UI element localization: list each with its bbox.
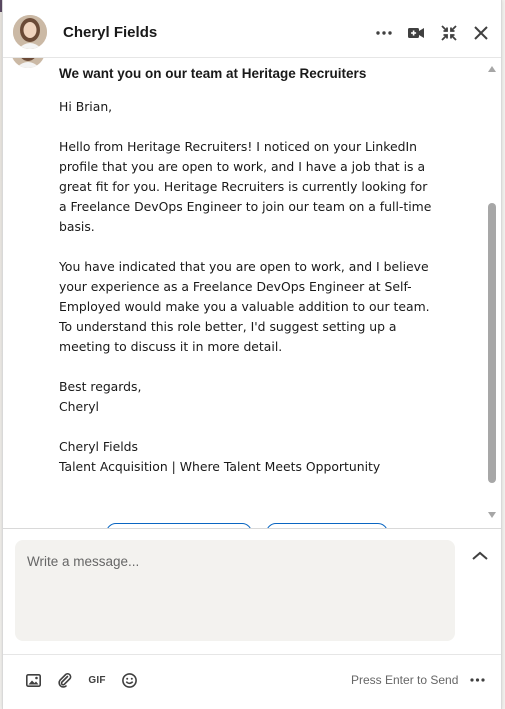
- more-options-button[interactable]: [371, 20, 397, 46]
- signature-name: Cheryl Fields: [59, 439, 138, 454]
- scrollbar-thumb[interactable]: [488, 203, 496, 483]
- text-line: meeting to discuss it in more detail.: [59, 339, 283, 354]
- avatar[interactable]: [13, 15, 47, 49]
- closing: Best regards, Cheryl: [59, 377, 439, 417]
- text-line: great fit for you. Heritage Recruiters i…: [59, 179, 428, 194]
- attach-file-button[interactable]: [55, 670, 75, 690]
- text-line: To understand this role better, I'd sugg…: [59, 319, 397, 334]
- closing-name: Cheryl: [59, 399, 99, 414]
- chevron-up-icon: [472, 551, 488, 560]
- message-composer: [3, 528, 501, 654]
- attach-image-button[interactable]: [23, 670, 43, 690]
- closing-line: Best regards,: [59, 379, 142, 394]
- paragraph-2: You have indicated that you are open to …: [59, 257, 439, 357]
- emoji-icon: [121, 672, 137, 688]
- text-line: Employed would make you a valuable addit…: [59, 299, 430, 314]
- message-input[interactable]: [15, 540, 455, 641]
- gif-button[interactable]: GIF: [86, 670, 108, 690]
- composer-toolbar: GIF Press Enter to Send: [3, 654, 501, 709]
- message-thread[interactable]: We want you on our team at Heritage Recr…: [3, 58, 501, 528]
- text-line: a Freelance DevOps Engineer to join our …: [59, 199, 432, 214]
- image-icon: [25, 673, 41, 687]
- more-horizontal-icon: [376, 31, 392, 35]
- text-line: your experience as a Freelance DevOps En…: [59, 279, 412, 294]
- close-button[interactable]: [468, 20, 494, 46]
- signature-title: Talent Acquisition | Where Talent Meets …: [59, 459, 381, 474]
- text-line: Hello from Heritage Recruiters! I notice…: [59, 139, 417, 154]
- minimize-icon: [441, 25, 457, 41]
- expand-composer-button[interactable]: [469, 547, 491, 565]
- message-subject: We want you on our team at Heritage Recr…: [59, 66, 367, 81]
- minimize-button[interactable]: [436, 20, 462, 46]
- more-horizontal-icon: [469, 678, 485, 682]
- chat-header[interactable]: Cheryl Fields: [3, 0, 501, 58]
- video-call-button[interactable]: [403, 20, 429, 46]
- attachment-icon: [58, 673, 72, 688]
- signature: Cheryl Fields Talent Acquisition | Where…: [59, 437, 439, 477]
- composer-more-button[interactable]: [465, 669, 489, 691]
- text-line: profile that you are open to work, and I…: [59, 159, 426, 174]
- send-hint[interactable]: Press Enter to Send: [351, 673, 458, 687]
- text-line: basis.: [59, 219, 95, 234]
- gif-icon: GIF: [88, 674, 106, 686]
- greeting: Hi Brian,: [59, 99, 113, 114]
- scroll-up-arrow-icon[interactable]: [488, 66, 496, 72]
- paragraph-1: Hello from Heritage Recruiters! I notice…: [59, 137, 439, 237]
- chat-window: Cheryl Fields We want you on our team at…: [2, 0, 502, 709]
- message-body: Hi Brian, Hello from Heritage Recruiters…: [59, 97, 439, 497]
- text-line: You have indicated that you are open to …: [59, 259, 429, 274]
- contact-name[interactable]: Cheryl Fields: [63, 24, 157, 41]
- close-icon: [474, 26, 488, 40]
- scroll-down-arrow-icon[interactable]: [488, 512, 496, 518]
- sender-avatar[interactable]: [11, 58, 45, 68]
- emoji-button[interactable]: [119, 670, 139, 690]
- video-call-icon: [408, 28, 424, 38]
- scrollbar[interactable]: [487, 58, 497, 524]
